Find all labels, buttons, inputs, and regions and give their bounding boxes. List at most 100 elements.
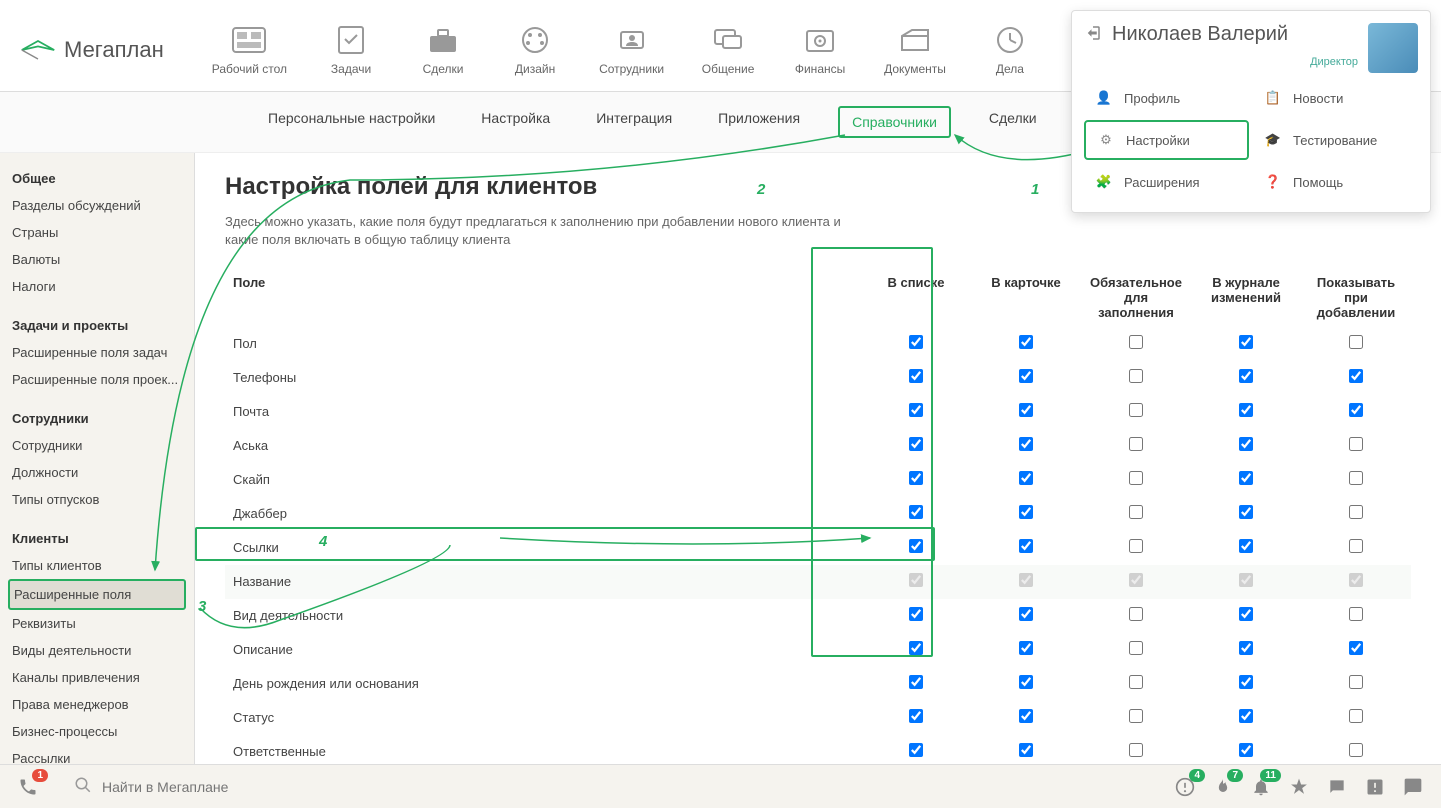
field-checkbox[interactable] <box>1019 607 1033 621</box>
sidebar-item[interactable]: Типы отпусков <box>8 486 186 513</box>
field-checkbox[interactable] <box>1349 369 1363 383</box>
field-checkbox[interactable] <box>1019 437 1033 451</box>
field-checkbox[interactable] <box>1239 743 1253 757</box>
field-checkbox[interactable] <box>909 403 923 417</box>
sidebar-item[interactable]: Разделы обсуждений <box>8 192 186 219</box>
sub-nav-item[interactable]: Персональные настройки <box>260 106 443 138</box>
sidebar-item[interactable]: Расширенные поля задач <box>8 339 186 366</box>
avatar[interactable] <box>1368 23 1418 73</box>
sidebar-item[interactable]: Валюты <box>8 246 186 273</box>
field-checkbox[interactable] <box>1239 675 1253 689</box>
field-checkbox[interactable] <box>1129 641 1143 655</box>
nav-item-finance[interactable]: Финансы <box>784 20 856 80</box>
field-checkbox[interactable] <box>1019 335 1033 349</box>
user-menu-puzzle[interactable]: 🧩Расширения <box>1084 164 1249 200</box>
nav-item-design[interactable]: Дизайн <box>499 20 571 80</box>
field-checkbox[interactable] <box>1129 403 1143 417</box>
sidebar-item[interactable]: Реквизиты <box>8 610 186 637</box>
search-input[interactable] <box>102 779 402 795</box>
field-checkbox[interactable] <box>1239 471 1253 485</box>
user-menu-news[interactable]: 📋Новости <box>1253 80 1418 116</box>
field-checkbox[interactable] <box>909 369 923 383</box>
field-checkbox[interactable] <box>1349 471 1363 485</box>
sub-nav-item[interactable]: Интеграция <box>588 106 680 138</box>
field-checkbox[interactable] <box>1129 539 1143 553</box>
logo[interactable]: Мегаплан <box>20 37 164 63</box>
field-checkbox[interactable] <box>909 675 923 689</box>
star-icon[interactable] <box>1287 775 1311 799</box>
field-checkbox[interactable] <box>1239 539 1253 553</box>
field-checkbox[interactable] <box>1349 403 1363 417</box>
sidebar-item[interactable]: Виды деятельности <box>8 637 186 664</box>
alert-square-icon[interactable] <box>1363 775 1387 799</box>
field-checkbox[interactable] <box>1129 437 1143 451</box>
message-icon[interactable] <box>1325 775 1349 799</box>
sidebar-item[interactable]: Бизнес-процессы <box>8 718 186 745</box>
field-checkbox[interactable] <box>1239 403 1253 417</box>
field-checkbox[interactable] <box>1019 743 1033 757</box>
field-checkbox[interactable] <box>1129 505 1143 519</box>
field-checkbox[interactable] <box>909 539 923 553</box>
field-checkbox[interactable] <box>909 471 923 485</box>
field-checkbox[interactable] <box>1349 335 1363 349</box>
sidebar-item[interactable]: Страны <box>8 219 186 246</box>
comment-icon[interactable] <box>1401 775 1425 799</box>
field-checkbox[interactable] <box>1239 505 1253 519</box>
sidebar-item[interactable]: Налоги <box>8 273 186 300</box>
nav-item-employees[interactable]: Сотрудники <box>591 20 672 80</box>
fire-icon[interactable]: 7 <box>1211 775 1235 799</box>
field-checkbox[interactable] <box>1129 471 1143 485</box>
field-checkbox[interactable] <box>1349 539 1363 553</box>
field-checkbox[interactable] <box>1239 607 1253 621</box>
field-checkbox[interactable] <box>1019 675 1033 689</box>
bell-icon[interactable]: 11 <box>1249 775 1273 799</box>
field-checkbox[interactable] <box>1019 403 1033 417</box>
field-checkbox[interactable] <box>1019 641 1033 655</box>
sub-nav-item[interactable]: Настройка <box>473 106 558 138</box>
field-checkbox[interactable] <box>909 505 923 519</box>
field-checkbox[interactable] <box>1019 471 1033 485</box>
field-checkbox[interactable] <box>1129 743 1143 757</box>
alert-circle-icon[interactable]: 4 <box>1173 775 1197 799</box>
field-checkbox[interactable] <box>909 437 923 451</box>
nav-item-todo[interactable]: Дела <box>974 20 1046 80</box>
nav-item-docs[interactable]: Документы <box>876 20 954 80</box>
nav-item-dashboard[interactable]: Рабочий стол <box>204 20 295 80</box>
sidebar-item[interactable]: Расширенные поля <box>8 579 186 610</box>
sidebar-item[interactable]: Сотрудники <box>8 432 186 459</box>
nav-item-chat[interactable]: Общение <box>692 20 764 80</box>
field-checkbox[interactable] <box>1019 369 1033 383</box>
nav-item-tasks[interactable]: Задачи <box>315 20 387 80</box>
field-checkbox[interactable] <box>909 709 923 723</box>
field-checkbox[interactable] <box>1239 335 1253 349</box>
field-checkbox[interactable] <box>1129 369 1143 383</box>
sub-nav-item[interactable]: Приложения <box>710 106 808 138</box>
field-checkbox[interactable] <box>909 607 923 621</box>
user-menu-grad[interactable]: 🎓Тестирование <box>1253 120 1418 160</box>
field-checkbox[interactable] <box>909 743 923 757</box>
sub-nav-item[interactable]: Справочники <box>838 106 951 138</box>
phone-icon[interactable]: 1 <box>16 775 40 799</box>
field-checkbox[interactable] <box>1349 743 1363 757</box>
field-checkbox[interactable] <box>1239 709 1253 723</box>
field-checkbox[interactable] <box>1129 709 1143 723</box>
field-checkbox[interactable] <box>909 641 923 655</box>
user-menu-help[interactable]: ❓Помощь <box>1253 164 1418 200</box>
field-checkbox[interactable] <box>1019 505 1033 519</box>
field-checkbox[interactable] <box>1349 675 1363 689</box>
sidebar-item[interactable]: Типы клиентов <box>8 552 186 579</box>
sidebar-item[interactable]: Должности <box>8 459 186 486</box>
field-checkbox[interactable] <box>1129 607 1143 621</box>
sub-nav-item[interactable]: Сделки <box>981 106 1045 138</box>
field-checkbox[interactable] <box>1239 437 1253 451</box>
exit-icon[interactable] <box>1084 24 1102 45</box>
field-checkbox[interactable] <box>1019 539 1033 553</box>
user-menu-person[interactable]: 👤Профиль <box>1084 80 1249 116</box>
field-checkbox[interactable] <box>1129 335 1143 349</box>
field-checkbox[interactable] <box>1349 641 1363 655</box>
field-checkbox[interactable] <box>1239 641 1253 655</box>
nav-item-deals[interactable]: Сделки <box>407 20 479 80</box>
field-checkbox[interactable] <box>1349 437 1363 451</box>
sidebar-item[interactable]: Права менеджеров <box>8 691 186 718</box>
field-checkbox[interactable] <box>909 335 923 349</box>
